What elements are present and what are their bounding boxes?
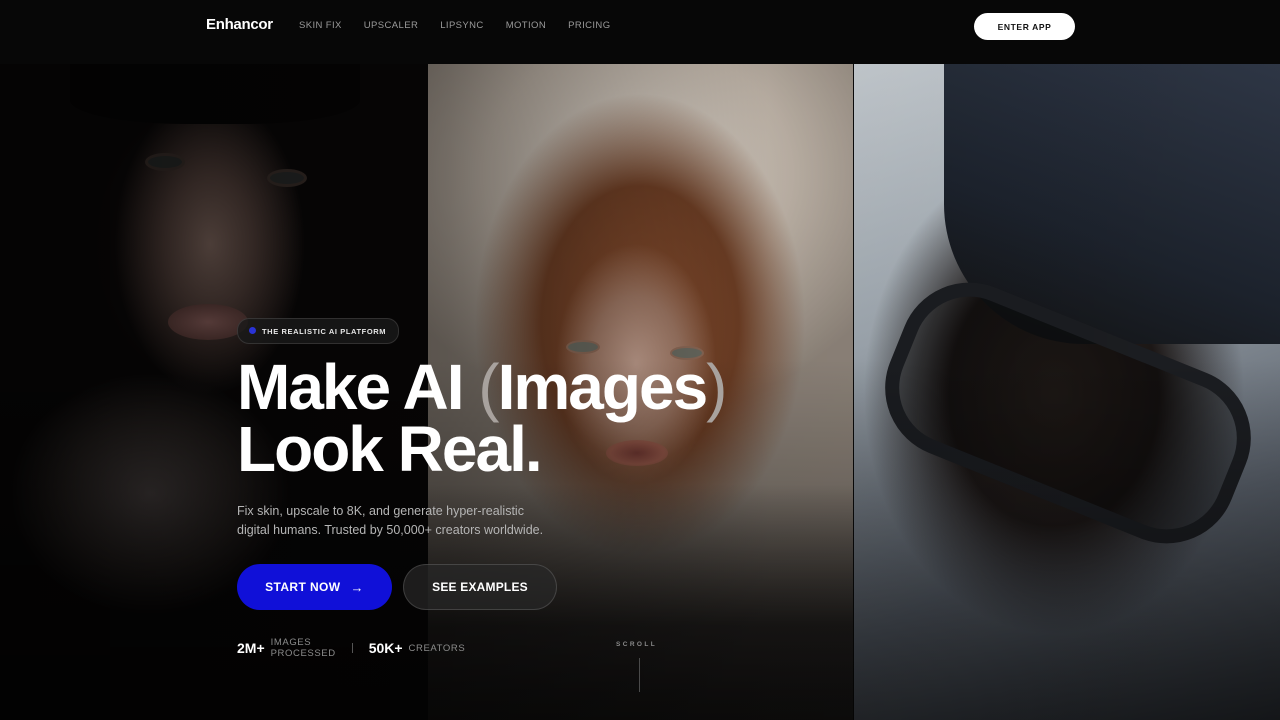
start-now-label: START NOW [265,580,341,594]
stat-value-creators: 50K+ [368,640,403,656]
arrow-right-icon: → [350,579,364,595]
nav-link-skin-fix[interactable]: SKIN FIX [299,20,342,31]
scroll-indicator-label[interactable]: SCROLL [616,641,657,648]
start-now-button[interactable]: START NOW → [237,564,392,610]
nav-link-motion[interactable]: MOTION [506,20,546,31]
nav-links: SKIN FIX UPSCALER LIPSYNC MOTION PRICING [299,20,632,31]
platform-badge: THE REALISTIC AI PLATFORM [237,318,400,344]
badge-label: THE REALISTIC AI PLATFORM [262,326,387,336]
hero-headline: Make AI (Images) Look Real. [237,355,728,481]
stat-value-images: 2M+ [237,640,265,656]
hero-stats: 2M+ IMAGES PROCESSED 50K+ CREATORS [237,637,465,659]
nav-link-upscaler[interactable]: UPSCALER [364,20,418,31]
scroll-indicator-line [639,658,640,692]
nav-link-lipsync[interactable]: LIPSYNC [440,20,483,31]
headline-line2: Look Real. [237,413,543,485]
see-examples-button[interactable]: SEE EXAMPLES [403,564,557,610]
headline-paren-close: ) [706,351,727,423]
stat-label-creators: CREATORS [408,642,466,654]
top-nav: Enhancor SKIN FIX UPSCALER LIPSYNC MOTIO… [0,0,1280,64]
logo[interactable]: Enhancor [206,16,273,33]
hero-subtitle: Fix skin, upscale to 8K, and generate hy… [237,504,544,537]
diamond-icon [247,325,258,336]
nav-link-pricing[interactable]: PRICING [568,20,610,31]
enter-app-button[interactable]: ENTER APP [974,13,1075,40]
stat-separator [352,643,353,653]
stat-label-images: IMAGES PROCESSED [270,637,336,659]
